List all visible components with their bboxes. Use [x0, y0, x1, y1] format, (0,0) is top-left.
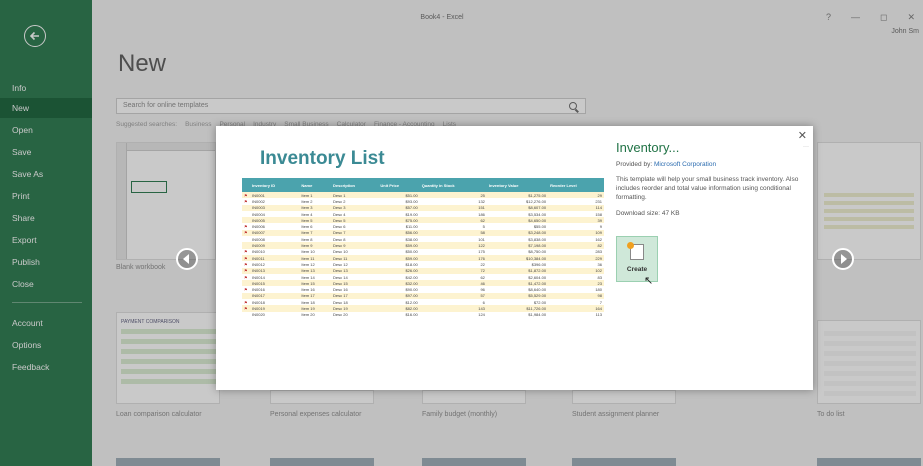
table-cell: 113 [548, 311, 604, 318]
new-workbook-icon [627, 242, 644, 260]
table-header-cell: Reorder Level [548, 178, 604, 192]
create-label: Create [626, 266, 648, 273]
download-size-line: Download size: 47 KB [616, 210, 806, 217]
table-header-cell [242, 178, 250, 192]
table-header-cell: Description [331, 178, 379, 192]
preview-title: Inventory List [260, 148, 385, 169]
table-cell: $1,984.00 [486, 311, 549, 318]
table-header-cell: Inventory ID [250, 178, 300, 192]
table-header-cell: Inventory Value [486, 178, 549, 192]
table-cell: Item 20 [299, 311, 331, 318]
table-body: ⚑ IN0001 Item 1 Desc 1 $51.00 25 $1,275.00 29 ⚑ I… [242, 192, 604, 318]
mouse-pointer-icon: ↖ [644, 275, 654, 287]
provider-name: Microsoft Corporation [653, 161, 717, 168]
provided-by-label: Provided by: [616, 161, 653, 168]
inventory-table: Inventory ID Name Description Unit Price… [242, 178, 604, 318]
table-cell: 124 [419, 311, 487, 318]
previous-arrow-icon[interactable] [176, 248, 198, 270]
template-title: Inventory... [616, 140, 680, 155]
table-header-row: Inventory ID Name Description Unit Price… [242, 178, 604, 192]
table-header-cell: Name [299, 178, 331, 192]
table-cell: $16.00 [378, 311, 420, 318]
flag-icon [242, 311, 250, 318]
template-preview-image: Inventory List Inventory ID Name Descrip… [238, 138, 606, 382]
download-size-value: 47 KB [661, 210, 680, 218]
next-arrow-icon[interactable] [832, 248, 854, 270]
table-cell: Desc 20 [331, 311, 379, 318]
template-description: This template will help your small busin… [616, 176, 799, 201]
table-header-cell: Unit Price [378, 178, 420, 192]
download-size-label: Download size: [616, 210, 661, 218]
template-preview-dialog: ✕ ··· Inventory List Inventory ID Name D… [216, 126, 813, 390]
table-cell: IN0020 [250, 311, 300, 318]
provider-line: Provided by: Microsoft Corporation [616, 161, 806, 168]
template-info-panel: Inventory... Provided by: Microsoft Corp… [616, 140, 806, 217]
table-row: IN0020 Item 20 Desc 20 $16.00 124 $1,984.00 11… [242, 311, 604, 318]
table-header-cell: Quantity in Stock [419, 178, 487, 192]
